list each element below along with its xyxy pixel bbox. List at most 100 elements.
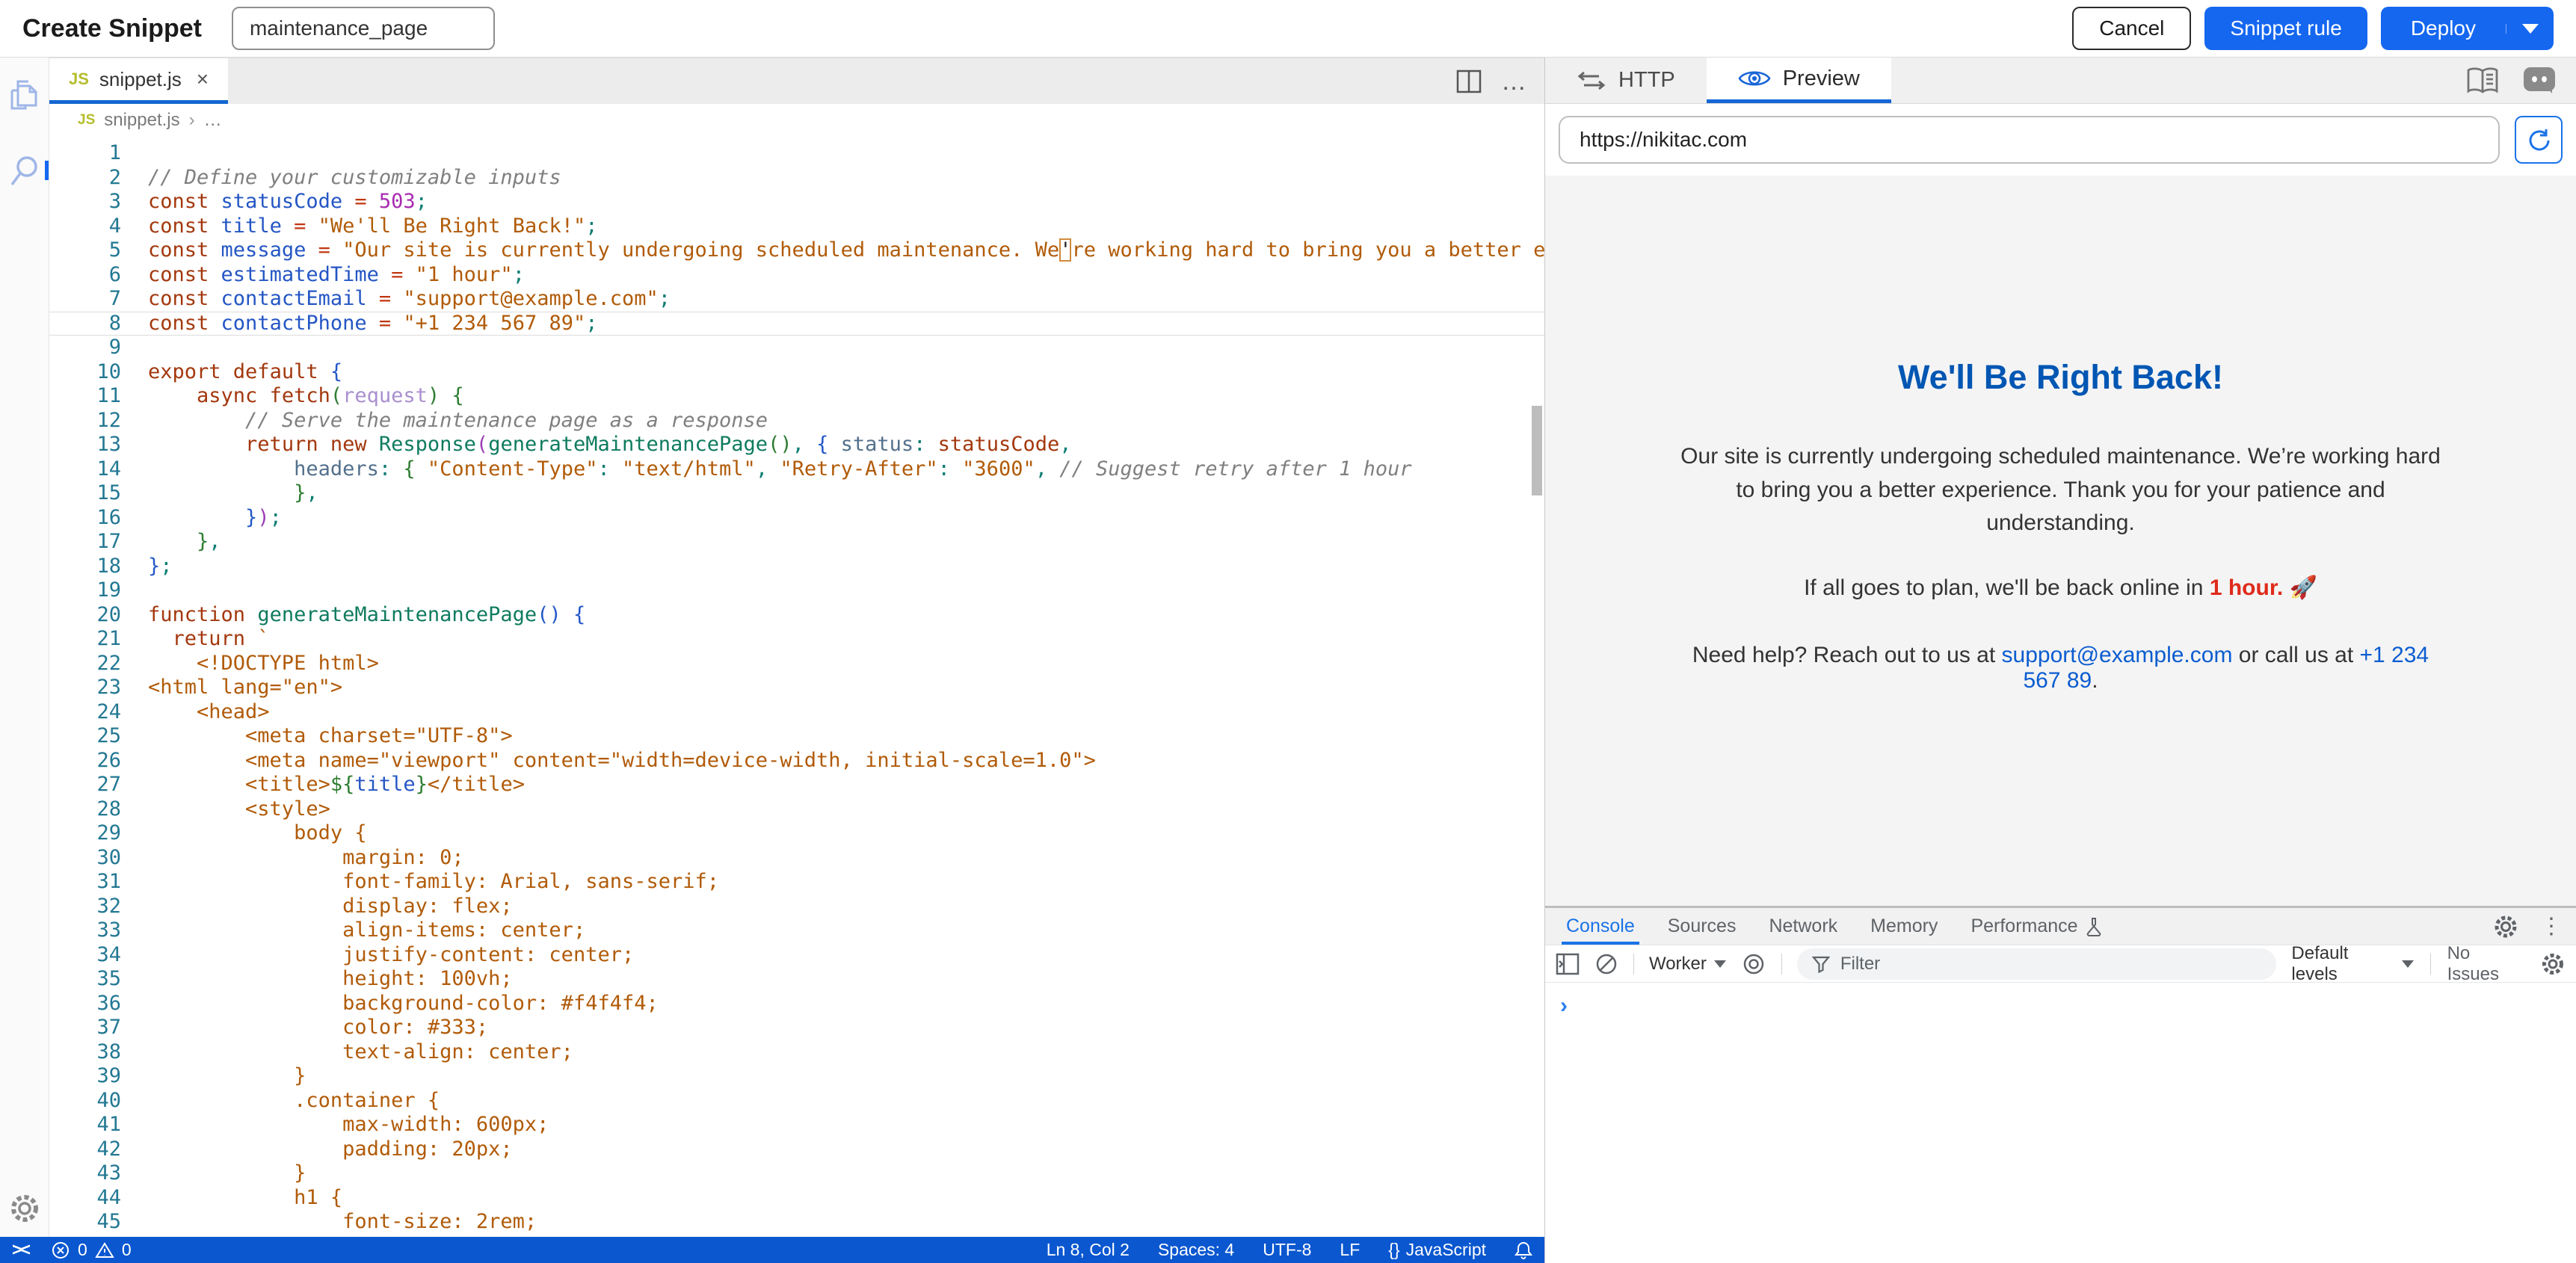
cancel-button[interactable]: Cancel: [2072, 7, 2191, 50]
language-mode[interactable]: {} JavaScript: [1388, 1240, 1486, 1260]
kebab-menu-icon[interactable]: ⋮: [2540, 913, 2563, 939]
code-line-12[interactable]: 12 // Serve the maintenance page as a re…: [49, 409, 1544, 433]
editor-scrollbar[interactable]: [1532, 406, 1542, 495]
live-expression-icon[interactable]: [1741, 951, 1766, 977]
support-email-link[interactable]: support@example.com: [2002, 643, 2233, 667]
files-icon[interactable]: [7, 77, 42, 114]
issues-counter[interactable]: No Issues: [2447, 943, 2524, 985]
devtools-settings-gear-icon[interactable]: [2492, 913, 2519, 940]
snippet-name-input[interactable]: [232, 7, 495, 50]
code-line-1[interactable]: 1: [49, 141, 1544, 166]
code-line-43[interactable]: 43 }: [49, 1161, 1544, 1186]
context-selector[interactable]: Worker: [1649, 954, 1726, 975]
code-line-2[interactable]: 2// Define your customizable inputs: [49, 166, 1544, 191]
eol-setting[interactable]: LF: [1340, 1240, 1360, 1260]
line-number: 44: [49, 1186, 121, 1211]
code-line-38[interactable]: 38 text-align: center;: [49, 1040, 1544, 1065]
code-line-37[interactable]: 37 color: #333;: [49, 1016, 1544, 1040]
breadcrumb-file[interactable]: snippet.js: [104, 110, 179, 131]
console-filter-input[interactable]: Filter: [1797, 948, 2277, 980]
discord-icon[interactable]: [2522, 66, 2557, 96]
code-line-14[interactable]: 14 headers: { "Content-Type": "text/html…: [49, 457, 1544, 482]
code-line-13[interactable]: 13 return new Response(generateMaintenan…: [49, 433, 1544, 457]
encoding-setting[interactable]: UTF-8: [1263, 1240, 1311, 1260]
notifications-bell-icon[interactable]: [1515, 1241, 1532, 1260]
line-number: 22: [49, 652, 121, 676]
search-icon[interactable]: [7, 153, 42, 189]
settings-gear-icon[interactable]: [8, 1192, 41, 1225]
code-line-44[interactable]: 44 h1 {: [49, 1186, 1544, 1211]
code-line-19[interactable]: 19: [49, 578, 1544, 603]
problems-indicator[interactable]: 0 0: [51, 1240, 132, 1260]
tab-http[interactable]: HTTP: [1545, 58, 1707, 103]
code-line-27[interactable]: 27 <title>${title}</title>: [49, 773, 1544, 797]
code-line-32[interactable]: 32 display: flex;: [49, 895, 1544, 919]
deploy-button[interactable]: Deploy: [2381, 7, 2506, 50]
code-line-25[interactable]: 25 <meta charset="UTF-8">: [49, 724, 1544, 749]
code-line-23[interactable]: 23<html lang="en">: [49, 676, 1544, 700]
deploy-dropdown-button[interactable]: [2506, 24, 2554, 34]
code-line-21[interactable]: 21 return `: [49, 627, 1544, 652]
code-line-18[interactable]: 18};: [49, 555, 1544, 579]
line-number: 45: [49, 1210, 121, 1235]
docs-book-icon[interactable]: [2465, 67, 2500, 95]
code-line-46[interactable]: 46 color: #0056b3;: [49, 1235, 1544, 1238]
devtools-tab-performance[interactable]: Performance: [1966, 908, 2106, 945]
code-line-31[interactable]: 31 font-family: Arial, sans-serif;: [49, 870, 1544, 895]
code-line-36[interactable]: 36 background-color: #f4f4f4;: [49, 992, 1544, 1016]
cursor-position[interactable]: Ln 8, Col 2: [1047, 1240, 1130, 1260]
console-body[interactable]: ›: [1545, 983, 2576, 1263]
devtools-tab-memory[interactable]: Memory: [1866, 908, 1942, 945]
code-line-10[interactable]: 10export default {: [49, 360, 1544, 385]
code-line-8[interactable]: 8const contactPhone = "+1 234 567 89";: [49, 312, 1544, 336]
more-actions-icon[interactable]: …: [1501, 74, 1528, 89]
code-line-20[interactable]: 20function generateMaintenancePage() {: [49, 603, 1544, 628]
devtools-tab-console[interactable]: Console: [1562, 908, 1639, 945]
remote-indicator-icon[interactable]: ><: [12, 1240, 28, 1261]
console-settings-gear-icon[interactable]: [2540, 951, 2566, 977]
code-line-42[interactable]: 42 padding: 20px;: [49, 1137, 1544, 1162]
code-line-35[interactable]: 35 height: 100vh;: [49, 967, 1544, 992]
code-line-28[interactable]: 28 <style>: [49, 797, 1544, 822]
breadcrumb-more[interactable]: …: [204, 110, 222, 131]
code-editor[interactable]: 12// Define your customizable inputs3con…: [49, 137, 1544, 1237]
tab-snippet-js[interactable]: JS snippet.js ×: [49, 58, 228, 104]
refresh-button[interactable]: [2515, 116, 2563, 164]
code-line-22[interactable]: 22 <!DOCTYPE html>: [49, 652, 1544, 676]
code-line-24[interactable]: 24 <head>: [49, 700, 1544, 725]
log-levels-selector[interactable]: Default levels: [2291, 943, 2413, 985]
code-line-16[interactable]: 16 });: [49, 506, 1544, 531]
code-line-5[interactable]: 5const message = "Our site is currently …: [49, 238, 1544, 263]
code-line-15[interactable]: 15 },: [49, 481, 1544, 506]
code-line-4[interactable]: 4const title = "We'll Be Right Back!";: [49, 214, 1544, 239]
code-line-3[interactable]: 3const statusCode = 503;: [49, 190, 1544, 214]
indentation-setting[interactable]: Spaces: 4: [1158, 1240, 1234, 1260]
code-line-34[interactable]: 34 justify-content: center;: [49, 943, 1544, 968]
code-line-40[interactable]: 40 .container {: [49, 1089, 1544, 1114]
code-line-26[interactable]: 26 <meta name="viewport" content="width=…: [49, 749, 1544, 773]
console-sidebar-toggle-icon[interactable]: [1556, 953, 1580, 975]
split-editor-icon[interactable]: [1456, 70, 1482, 93]
code-line-29[interactable]: 29 body {: [49, 821, 1544, 846]
devtools-tab-sources[interactable]: Sources: [1663, 908, 1741, 945]
code-line-45[interactable]: 45 font-size: 2rem;: [49, 1210, 1544, 1235]
url-input[interactable]: https://nikitac.com: [1559, 116, 2500, 164]
code-line-30[interactable]: 30 margin: 0;: [49, 846, 1544, 871]
code-line-7[interactable]: 7const contactEmail = "support@example.c…: [49, 287, 1544, 312]
devtools-tab-network[interactable]: Network: [1764, 908, 1842, 945]
code-line-6[interactable]: 6const estimatedTime = "1 hour";: [49, 263, 1544, 288]
breadcrumb[interactable]: JS snippet.js › …: [49, 104, 1544, 137]
code-line-9[interactable]: 9: [49, 336, 1544, 360]
code-line-41[interactable]: 41 max-width: 600px;: [49, 1113, 1544, 1137]
code-line-17[interactable]: 17 },: [49, 530, 1544, 555]
console-prompt[interactable]: ›: [1560, 993, 1568, 1018]
line-number: 21: [49, 627, 121, 652]
code-line-11[interactable]: 11 async fetch(request) {: [49, 384, 1544, 409]
tab-preview[interactable]: Preview: [1707, 58, 1891, 103]
clear-console-icon[interactable]: [1594, 952, 1618, 976]
snippet-rule-button[interactable]: Snippet rule: [2204, 7, 2367, 50]
close-icon[interactable]: ×: [197, 67, 209, 91]
refresh-icon: [2526, 127, 2551, 152]
code-line-33[interactable]: 33 align-items: center;: [49, 918, 1544, 943]
code-line-39[interactable]: 39 }: [49, 1064, 1544, 1089]
